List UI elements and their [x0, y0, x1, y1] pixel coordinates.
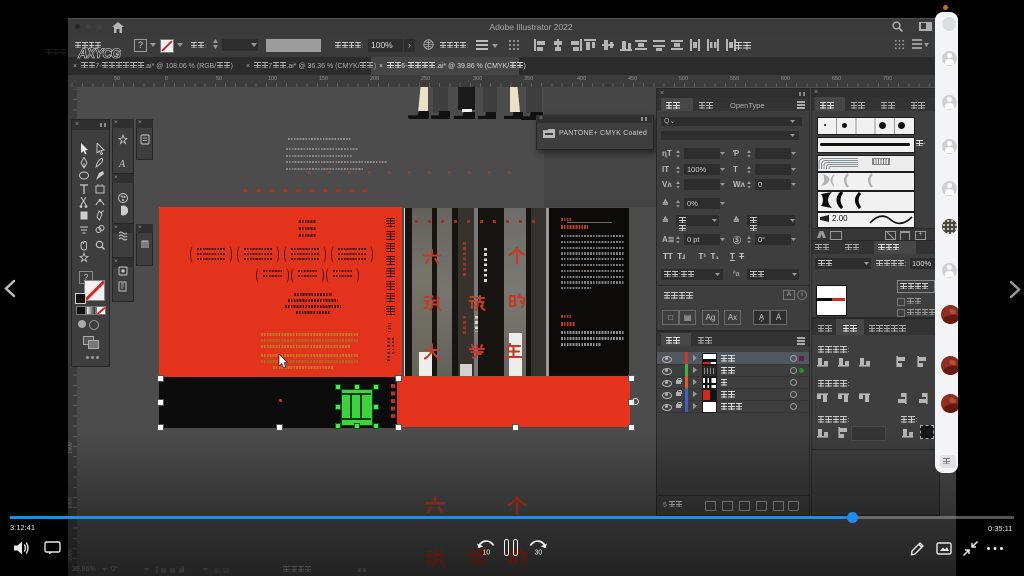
svg-text:A: A: [118, 159, 126, 169]
